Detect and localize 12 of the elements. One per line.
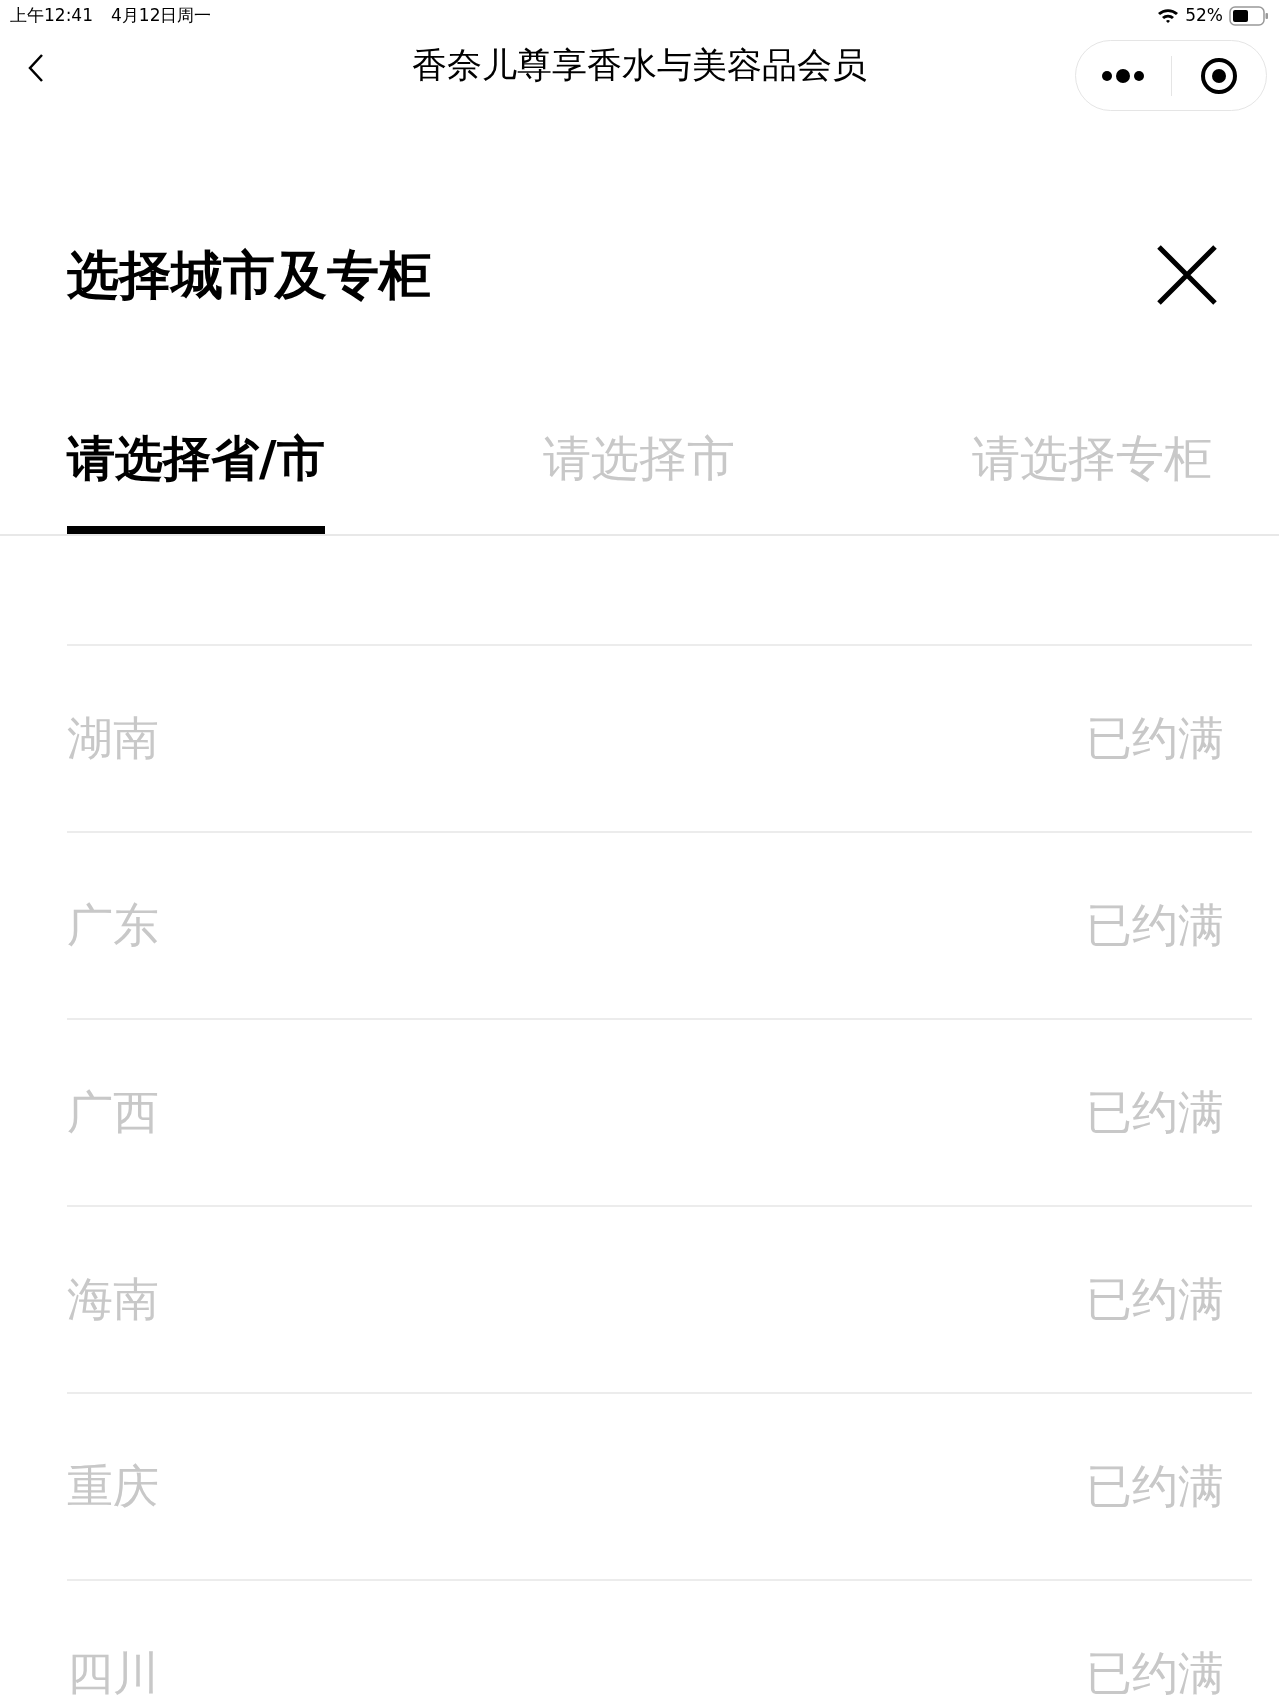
close-icon[interactable] bbox=[1155, 243, 1219, 307]
target-icon[interactable] bbox=[1198, 55, 1239, 96]
battery-icon bbox=[1229, 6, 1269, 26]
more-icon[interactable] bbox=[1101, 68, 1146, 83]
tab[interactable]: 请选择省/市 bbox=[67, 422, 325, 534]
panel-title: 选择城市及专柜 bbox=[67, 244, 431, 307]
wifi-icon bbox=[1157, 8, 1180, 24]
back-icon[interactable] bbox=[26, 52, 46, 84]
status-time: 上午12:41 bbox=[10, 4, 93, 28]
battery-percent: 52% bbox=[1185, 4, 1223, 28]
status-date: 4月12日周一 bbox=[111, 4, 212, 28]
page-title: 香奈儿尊享香水与美容品会员 bbox=[412, 43, 867, 87]
